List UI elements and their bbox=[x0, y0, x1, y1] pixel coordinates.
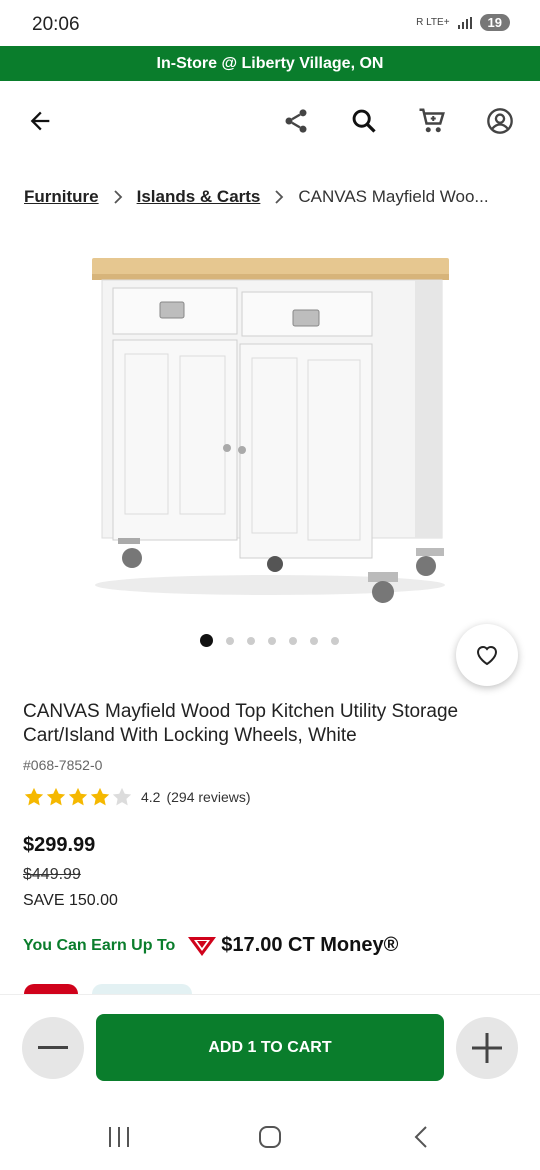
heart-icon bbox=[476, 646, 498, 666]
status-icons: R LTE+ 19 bbox=[416, 14, 510, 31]
product-rating[interactable]: 4.2 (294 reviews) bbox=[23, 786, 251, 808]
decrease-quantity-button[interactable] bbox=[22, 1017, 84, 1079]
add-to-cart-button[interactable]: ADD 1 TO CART bbox=[96, 1014, 444, 1081]
rating-stars bbox=[23, 786, 133, 808]
recent-apps-icon[interactable] bbox=[104, 1122, 134, 1152]
carousel-dots[interactable] bbox=[200, 634, 339, 647]
carousel-dot[interactable] bbox=[310, 636, 318, 645]
product-image[interactable] bbox=[80, 240, 460, 610]
review-count[interactable]: (294 reviews) bbox=[166, 789, 250, 805]
carousel-dot[interactable] bbox=[289, 636, 297, 645]
increase-quantity-button[interactable] bbox=[456, 1017, 518, 1079]
carousel-dot[interactable] bbox=[268, 636, 276, 645]
system-back-icon[interactable] bbox=[406, 1122, 436, 1152]
status-time: 20:06 bbox=[32, 14, 80, 35]
carousel-dot[interactable] bbox=[226, 636, 234, 645]
breadcrumb-islands-carts[interactable]: Islands & Carts bbox=[137, 187, 261, 207]
product-sku: #068-7852-0 bbox=[23, 757, 103, 773]
share-icon[interactable] bbox=[276, 101, 316, 141]
carousel-dot[interactable] bbox=[331, 636, 339, 645]
savings: SAVE 150.00 bbox=[23, 892, 118, 909]
battery-icon: 19 bbox=[479, 14, 510, 31]
star-icon bbox=[90, 787, 110, 806]
star-icon bbox=[68, 787, 88, 806]
cart-icon[interactable] bbox=[412, 101, 452, 141]
ct-money-label: You Can Earn Up To bbox=[23, 936, 176, 954]
cellular-icon bbox=[457, 16, 472, 29]
breadcrumb: Furniture Islands & Carts CANVAS Mayfiel… bbox=[24, 184, 524, 210]
breadcrumb-current: CANVAS Mayfield Woo... bbox=[298, 187, 489, 206]
home-icon[interactable] bbox=[255, 1122, 285, 1152]
cart-bar: ADD 1 TO CART bbox=[0, 994, 540, 1094]
plus-icon bbox=[472, 1033, 502, 1063]
breadcrumb-furniture[interactable]: Furniture bbox=[24, 187, 99, 207]
star-icon bbox=[46, 787, 66, 806]
carousel-dot[interactable] bbox=[247, 636, 255, 645]
peek-badge-light bbox=[92, 984, 192, 994]
product-title: CANVAS Mayfield Wood Top Kitchen Utility… bbox=[23, 701, 459, 746]
signal-icon: R LTE+ bbox=[416, 17, 450, 28]
ct-money: You Can Earn Up To $17.00 CT Money® bbox=[23, 934, 398, 957]
status-bar: 20:06 R LTE+ 19 bbox=[0, 0, 540, 46]
ct-money-amount: $17.00 CT Money® bbox=[221, 934, 399, 956]
chevron-right-icon bbox=[113, 190, 123, 204]
minus-icon bbox=[38, 1046, 68, 1049]
star-icon bbox=[24, 787, 44, 806]
account-icon[interactable] bbox=[480, 101, 520, 141]
rating-value: 4.2 bbox=[141, 789, 161, 805]
chevron-right-icon bbox=[274, 190, 284, 204]
store-banner[interactable]: In-Store @ Liberty Village, ON bbox=[0, 46, 540, 81]
search-icon[interactable] bbox=[344, 101, 384, 141]
peek-badge-red bbox=[24, 984, 78, 994]
original-price: $449.99 bbox=[23, 866, 81, 883]
top-nav bbox=[0, 81, 540, 161]
back-arrow-icon[interactable] bbox=[20, 101, 60, 141]
ct-triangle-icon bbox=[188, 936, 217, 956]
star-empty-icon bbox=[112, 787, 132, 806]
carousel-dot[interactable] bbox=[200, 634, 213, 647]
wishlist-button[interactable] bbox=[456, 624, 518, 686]
current-price: $299.99 bbox=[23, 834, 96, 856]
system-nav bbox=[0, 1100, 540, 1170]
